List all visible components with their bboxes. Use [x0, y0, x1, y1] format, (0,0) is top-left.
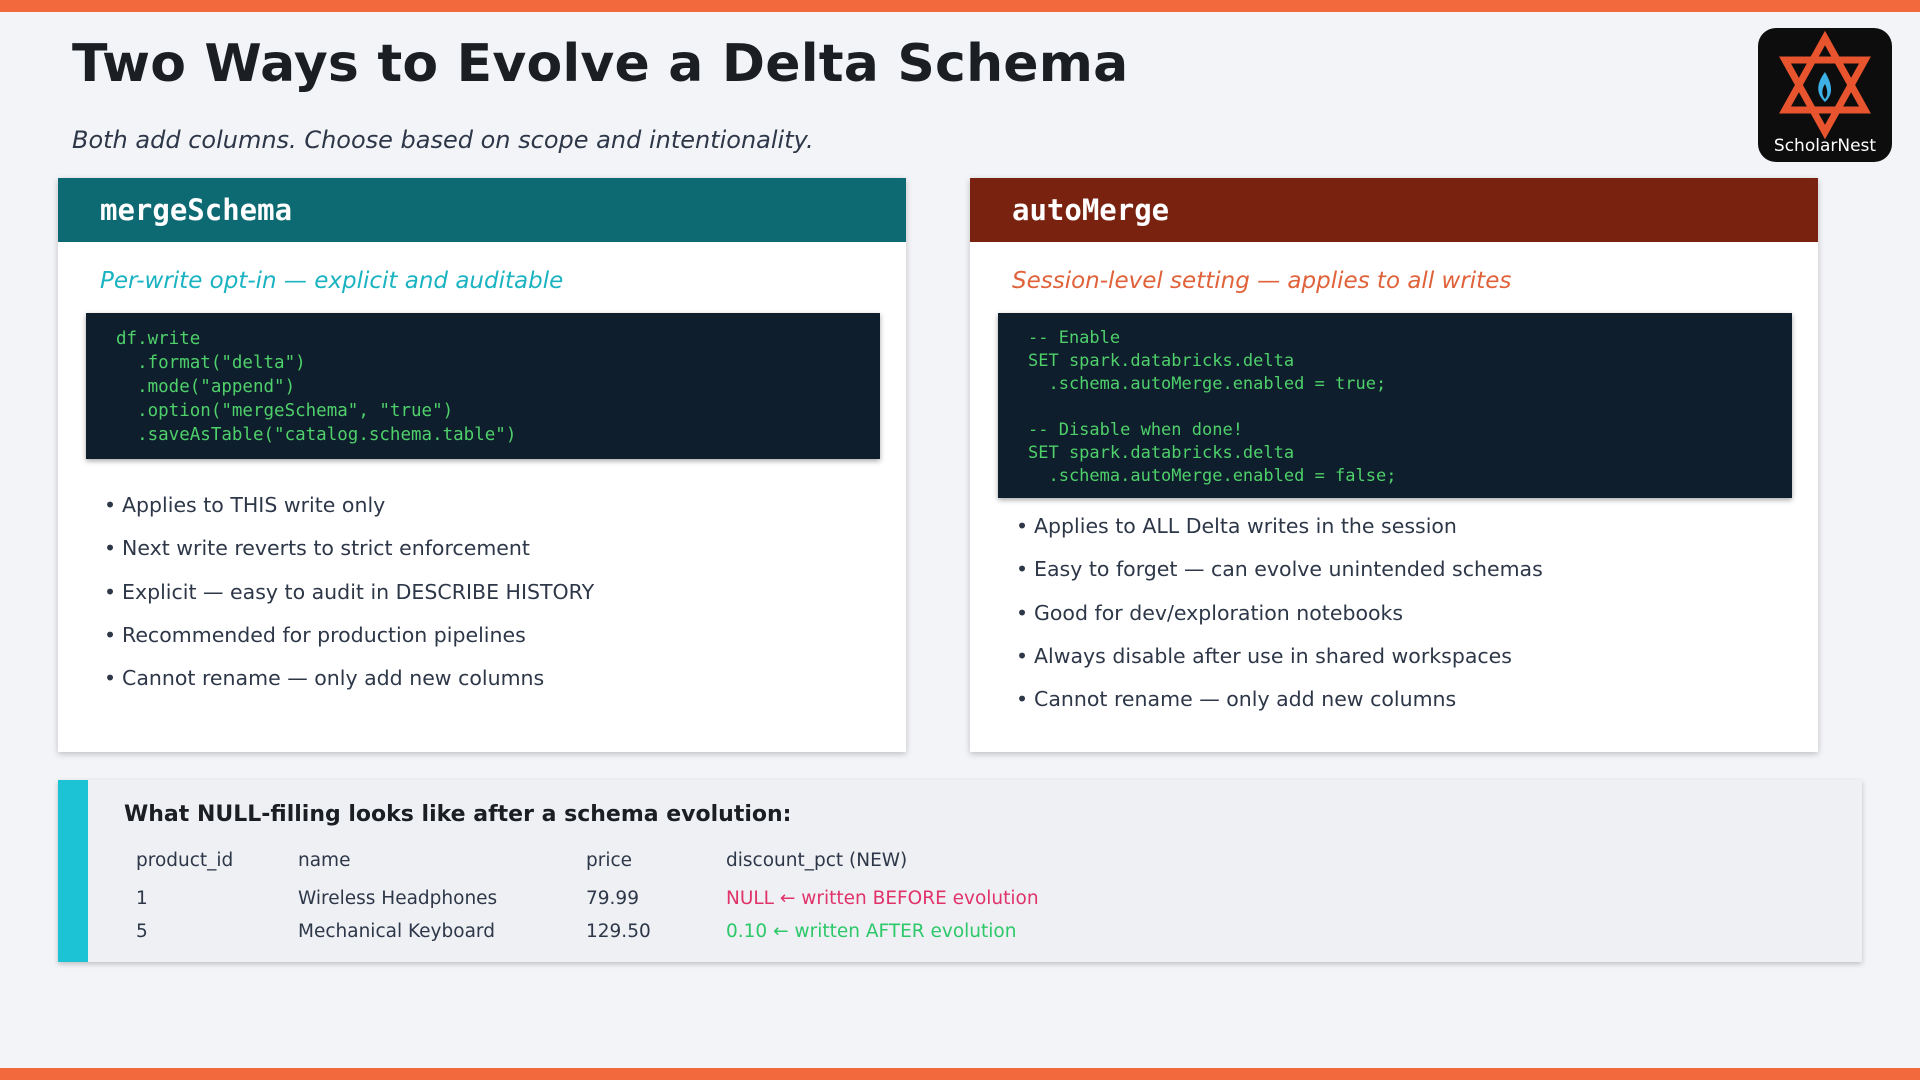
logo-text: ScholarNest [1773, 136, 1877, 156]
table-cell-product-id: 1 [136, 888, 148, 909]
scholarnest-logo: ScholarNest [1758, 28, 1892, 162]
bullet-dot-icon: • [104, 493, 117, 517]
automerge-code-block: -- Enable SET spark.databricks.delta .sc… [998, 313, 1792, 498]
list-item: • Explicit — easy to audit in DESCRIBE HI… [104, 577, 594, 620]
table-cell-product-id: 5 [136, 921, 148, 942]
column-header-name: name [298, 850, 351, 871]
list-item: • Cannot rename — only add new columns [1016, 684, 1543, 727]
table-cell-price: 129.50 [586, 921, 651, 942]
mergeschema-code-block: df.write .format("delta") .mode("append"… [86, 313, 880, 459]
table-cell-price: 79.99 [586, 888, 639, 909]
bullet-dot-icon: • [104, 666, 117, 691]
bullet-dot-icon: • [1016, 514, 1029, 538]
table-cell-name: Mechanical Keyboard [298, 921, 495, 942]
column-header-product-id: product_id [136, 850, 234, 871]
table-cell-discount-new: 0.10 ← written AFTER evolution [726, 921, 1017, 942]
list-item: • Applies to ALL Delta writes in the sess… [1016, 511, 1543, 554]
bullet-dot-icon: • [104, 622, 117, 647]
bullet-dot-icon: • [1016, 600, 1029, 625]
table-cell-discount-null: NULL ← written BEFORE evolution [726, 888, 1039, 909]
column-header-discount: discount_pct (NEW) [726, 850, 908, 871]
list-item: • Always disable after use in shared work… [1016, 641, 1543, 684]
panel-accent-bar [58, 780, 88, 962]
bullet-dot-icon: • [1016, 643, 1029, 668]
automerge-bullet-list: • Applies to ALL Delta writes in the sess… [1016, 511, 1543, 727]
slide-title: Two Ways to Evolve a Delta Schema [72, 34, 1129, 94]
bullet-dot-icon: • [104, 579, 117, 604]
list-item: • Cannot rename — only add new columns [104, 663, 594, 706]
list-item: • Applies to THIS write only [104, 490, 594, 533]
top-accent-bar [0, 0, 1920, 12]
mergeschema-card: mergeSchema Per-write opt-in — explicit … [58, 178, 906, 752]
bullet-dot-icon: • [1016, 557, 1029, 582]
bullet-dot-icon: • [104, 536, 117, 561]
list-item: • Recommended for production pipelines [104, 620, 594, 663]
mergeschema-header: mergeSchema [58, 178, 906, 242]
column-header-price: price [586, 850, 633, 871]
null-filling-panel: What NULL-filling looks like after a sch… [58, 780, 1862, 962]
list-item: • Easy to forget — can evolve unintended … [1016, 554, 1543, 597]
mergeschema-tagline: Per-write opt-in — explicit and auditabl… [100, 268, 564, 294]
bullet-dot-icon: • [1016, 687, 1029, 712]
mergeschema-bullet-list: • Applies to THIS write only • Next write … [104, 490, 594, 706]
slide-subtitle: Both add columns. Choose based on scope … [72, 126, 814, 154]
table-cell-name: Wireless Headphones [298, 888, 498, 909]
list-item: • Next write reverts to strict enforcemen… [104, 533, 594, 576]
automerge-tagline: Session-level setting — applies to all w… [1012, 268, 1512, 294]
list-item: • Good for dev/exploration notebooks [1016, 598, 1543, 641]
bottom-accent-bar [0, 1068, 1920, 1080]
automerge-header: autoMerge [970, 178, 1818, 242]
automerge-card: autoMerge Session-level setting — applie… [970, 178, 1818, 752]
panel-title: What NULL-filling looks like after a sch… [124, 802, 792, 827]
